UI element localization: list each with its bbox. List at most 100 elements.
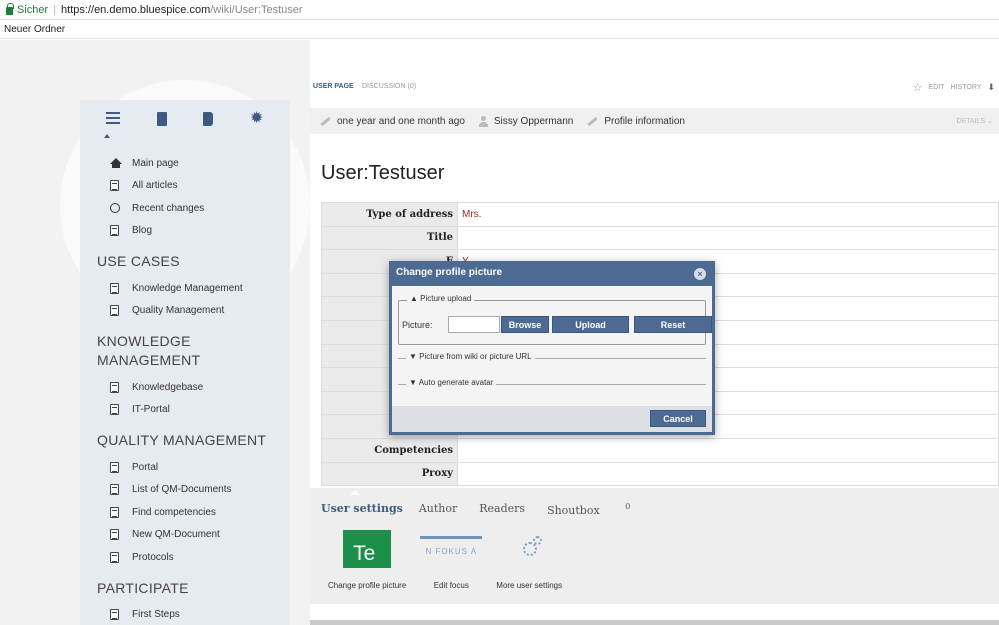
- upload-button[interactable]: Upload: [552, 316, 629, 333]
- lock-icon: [6, 2, 14, 15]
- tab-user-page[interactable]: USER PAGE: [313, 83, 354, 90]
- edit-focus-tile[interactable]: N FOKUS A Edit focus: [420, 530, 483, 590]
- bookmark-folder[interactable]: Neuer Ordner: [4, 24, 65, 35]
- row-value: [457, 461, 999, 487]
- star-icon[interactable]: ☆: [913, 81, 923, 94]
- download-icon[interactable]: ⬇: [987, 82, 995, 93]
- shoutbox-count: 0: [625, 502, 631, 511]
- picture-from-wiki-legend[interactable]: ▼ Picture from wiki or picture URL: [406, 352, 535, 361]
- document-icon: [110, 529, 119, 541]
- info-bar: one year and one month ago Sissy Opperma…: [310, 108, 999, 134]
- row-value: [457, 225, 999, 251]
- pencil-icon: [587, 116, 599, 126]
- sidebar-item-label: Protocols: [132, 551, 174, 563]
- document-icon: [110, 461, 119, 473]
- page-title: User:Testuser: [321, 162, 445, 184]
- url-host: https://en.demo.bluespice.com: [61, 3, 211, 16]
- person-icon: [478, 115, 488, 127]
- auto-avatar-fieldset[interactable]: ▼ Auto generate avatar: [398, 378, 706, 387]
- document-icon: [110, 551, 119, 563]
- cancel-button[interactable]: Cancel: [650, 410, 706, 427]
- sidebar-item[interactable]: First Steps: [110, 604, 290, 625]
- history-link[interactable]: HISTORY: [951, 84, 982, 91]
- home-icon: [110, 158, 122, 169]
- active-caret-icon: [104, 134, 110, 138]
- sidebar: ✹ Main page All articles Recent changes …: [80, 100, 290, 625]
- tab-user-settings[interactable]: User settings: [321, 502, 403, 517]
- dialog-footer: Cancel: [392, 406, 712, 432]
- tab-author[interactable]: Author: [419, 502, 457, 517]
- sidebar-item[interactable]: Knowledge Management: [110, 277, 290, 300]
- sidebar-item-recent-changes[interactable]: Recent changes: [110, 197, 290, 220]
- row-value: [457, 437, 999, 463]
- settings-tiles: Te Change profile picture N FOKUS A Edit…: [328, 530, 562, 590]
- close-icon[interactable]: ×: [694, 268, 706, 280]
- sidebar-item-label: Recent changes: [132, 202, 205, 214]
- picture-label: Picture:: [402, 319, 433, 330]
- picture-upload-fieldset: ▲ Picture upload Picture: Browse Upload …: [398, 294, 712, 345]
- sidebar-section-title: PARTICIPATE: [97, 579, 189, 596]
- menu-icon[interactable]: [106, 112, 121, 126]
- sidebar-item[interactable]: Find competencies: [110, 501, 290, 524]
- details-label: DETAILS: [956, 118, 986, 125]
- dialog-header: Change profile picture ×: [392, 264, 712, 286]
- sidebar-item[interactable]: Portal: [110, 456, 290, 479]
- sidebar-toolbar: ✹: [80, 100, 290, 138]
- sidebar-item[interactable]: Knowledgebase: [110, 376, 290, 399]
- sidebar-item-label: All articles: [132, 180, 178, 192]
- avatar: Te: [343, 530, 392, 568]
- sidebar-item-label: Knowledgebase: [132, 381, 204, 393]
- table-row: Title: [321, 225, 999, 251]
- more-settings-tile[interactable]: More user settings: [496, 530, 562, 590]
- book-icon[interactable]: [203, 112, 214, 126]
- sidebar-item[interactable]: IT-Portal: [110, 399, 290, 422]
- reset-button[interactable]: Reset: [634, 316, 712, 333]
- sidebar-item[interactable]: Protocols: [110, 546, 290, 569]
- tab-discussion[interactable]: DISCUSSION (0): [362, 83, 416, 90]
- change-picture-dialog: Change profile picture × ▲ Picture uploa…: [389, 261, 715, 435]
- sidebar-section-title: KNOWLEDGE MANAGEMENT: [97, 333, 201, 368]
- row-label: Title: [321, 225, 458, 251]
- legend-label: Picture from wiki or picture URL: [419, 352, 532, 361]
- picture-from-wiki-fieldset[interactable]: ▼ Picture from wiki or picture URL: [398, 352, 706, 361]
- url-path: /wiki/User:Testuser: [210, 3, 303, 16]
- document-icon: [110, 404, 119, 416]
- sidebar-item-label: Blog: [132, 225, 153, 237]
- info-author[interactable]: Sissy Oppermann: [494, 116, 573, 127]
- tab-readers[interactable]: Readers: [479, 502, 525, 517]
- tab-shoutbox[interactable]: Shoutbox 0: [547, 502, 630, 517]
- row-label: Competencies: [321, 437, 458, 463]
- table-row: Proxy: [321, 461, 999, 487]
- sidebar-item-label: First Steps: [132, 609, 180, 621]
- gears-icon: [505, 530, 553, 568]
- auto-avatar-legend[interactable]: ▼ Auto generate avatar: [406, 378, 497, 387]
- tile-label: Edit focus: [433, 581, 469, 590]
- active-tab-caret-icon: [350, 490, 360, 495]
- sidebar-item-all-articles[interactable]: All articles: [110, 175, 290, 198]
- gear-icon[interactable]: ✹: [250, 111, 264, 127]
- info-profile[interactable]: Profile information: [604, 116, 685, 127]
- row-value: Mrs.: [457, 202, 999, 227]
- sidebar-item-blog[interactable]: Blog: [110, 220, 290, 243]
- address-bar[interactable]: Sicher | https://en.demo.bluespice.com/w…: [0, 0, 999, 20]
- document-icon: [110, 282, 119, 294]
- browse-button[interactable]: Browse: [501, 316, 549, 333]
- table-row: Type of address Mrs.: [321, 202, 999, 227]
- sidebar-item[interactable]: Quality Management: [110, 300, 290, 323]
- sidebar-item[interactable]: New QM-Document: [110, 524, 290, 547]
- legend-label: Auto generate avatar: [418, 378, 494, 387]
- sidebar-item[interactable]: List of QM-Documents: [110, 479, 290, 502]
- table-row: Competencies: [321, 437, 999, 463]
- sidebar-item-main-page[interactable]: Main page: [110, 152, 290, 175]
- change-picture-tile[interactable]: Te Change profile picture: [328, 530, 406, 590]
- document-icon: [110, 180, 119, 192]
- row-label: Proxy: [321, 461, 458, 487]
- edit-link[interactable]: EDIT: [929, 84, 945, 91]
- address-separator: |: [53, 3, 57, 16]
- row-label: Type of address: [321, 202, 458, 227]
- clipboard-icon[interactable]: [156, 112, 167, 126]
- info-last-edit[interactable]: one year and one month ago: [337, 116, 465, 127]
- picture-input[interactable]: [448, 316, 500, 333]
- picture-upload-legend[interactable]: ▲ Picture upload: [407, 294, 475, 303]
- details-toggle[interactable]: DETAILS ⌄: [957, 117, 993, 125]
